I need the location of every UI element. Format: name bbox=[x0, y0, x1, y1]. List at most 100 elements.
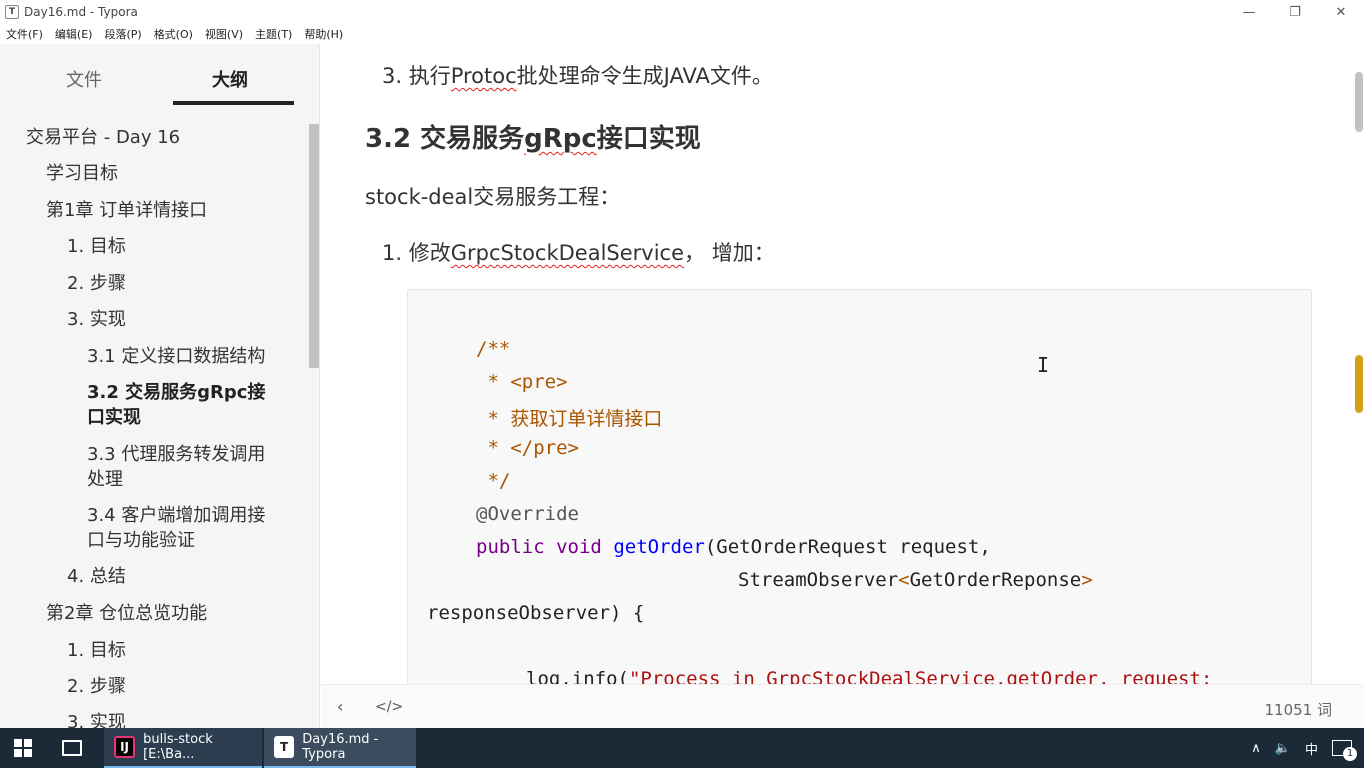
close-button[interactable]: ✕ bbox=[1318, 0, 1364, 24]
menu-theme[interactable]: 主题(T) bbox=[255, 26, 292, 42]
menu-paragraph[interactable]: 段落(P) bbox=[104, 26, 141, 42]
list-item-modify: 1. 修改GrpcStockDealService， 增加： bbox=[382, 237, 775, 267]
sidebar-tabs: 文件 大纲 bbox=[0, 44, 319, 108]
code-token: GetOrderReponse bbox=[909, 569, 1082, 591]
heading-text: 接口实现 bbox=[596, 124, 701, 154]
system-tray: ∧ 🔈 中 1 bbox=[1251, 728, 1364, 768]
spellcheck-word: Protoc bbox=[450, 64, 517, 88]
spellcheck-word: gRpc bbox=[524, 124, 597, 154]
code-line: * <pre> bbox=[476, 371, 568, 393]
outline-item[interactable]: 1. 目标 bbox=[67, 638, 126, 663]
code-token: StreamObserver bbox=[738, 569, 899, 591]
text-cursor-icon: I bbox=[1037, 353, 1050, 377]
code-token: * bbox=[476, 371, 511, 393]
restore-button[interactable]: ❐ bbox=[1272, 0, 1318, 24]
paragraph: stock-deal交易服务工程： bbox=[365, 185, 621, 209]
outline-item[interactable]: 3.4 客户端增加调用接 bbox=[87, 503, 265, 528]
editor-scroll-thumb[interactable] bbox=[1355, 72, 1363, 132]
editor-area[interactable]: 3. 执行Protoc批处理命令生成JAVA文件。 3.2 交易服务gRpc接口… bbox=[321, 44, 1364, 684]
section-heading: 3.2 交易服务gRpc接口实现 bbox=[365, 118, 701, 155]
code-line: @Override bbox=[476, 503, 579, 525]
code-keyword: void bbox=[556, 536, 602, 558]
taskbar-app-label: Day16.md - Typora bbox=[302, 732, 379, 762]
outline-item[interactable]: 3. 实现 bbox=[67, 710, 126, 728]
code-line: /** bbox=[476, 338, 511, 360]
outline-item[interactable]: 2. 步骤 bbox=[67, 271, 126, 296]
code-line: * 获取订单详情接口 bbox=[476, 408, 663, 430]
outline-item[interactable]: 1. 目标 bbox=[67, 234, 126, 259]
code-keyword: public bbox=[476, 536, 545, 558]
outline-item[interactable]: 3. 实现 bbox=[67, 307, 126, 332]
outline-item[interactable]: 4. 总结 bbox=[67, 564, 126, 589]
outline-item-active[interactable]: 3.2 交易服务gRpc接 bbox=[87, 380, 265, 405]
taskbar: IJ bulls-stock [E:\Ba... T Day16.md - Ty… bbox=[0, 728, 1364, 768]
spellcheck-word: GrpcStockDealService bbox=[450, 241, 685, 265]
minimize-button[interactable]: — bbox=[1226, 0, 1272, 24]
outline-item[interactable]: 第1章 订单详情接口 bbox=[46, 198, 207, 223]
notification-icon[interactable]: 1 bbox=[1332, 740, 1357, 761]
tab-outline[interactable]: 大纲 bbox=[212, 66, 248, 92]
intellij-icon: IJ bbox=[114, 736, 136, 758]
menu-edit[interactable]: 编辑(E) bbox=[55, 26, 93, 42]
code-line: log.info("Process in GrpcStockDealServic… bbox=[526, 668, 1212, 684]
window-controls: — ❐ ✕ bbox=[1226, 0, 1364, 24]
text: 3. 执行 bbox=[382, 64, 451, 88]
outline-item[interactable]: 3.3 代理服务转发调用 bbox=[87, 442, 265, 467]
outline-item[interactable]: 2. 步骤 bbox=[67, 674, 126, 699]
scroll-position-marker bbox=[1355, 355, 1363, 413]
menu-help[interactable]: 帮助(H) bbox=[304, 26, 343, 42]
heading-text: 3.2 交易服务 bbox=[365, 124, 525, 154]
title-bar: T Day16.md - Typora — ❐ ✕ bbox=[0, 0, 1364, 24]
outline-item-cont[interactable]: 口与功能验证 bbox=[87, 528, 195, 553]
input-method-indicator[interactable]: 中 bbox=[1305, 739, 1318, 758]
outline-item-cont[interactable]: 处理 bbox=[87, 467, 123, 492]
code-token: <pre> bbox=[510, 371, 568, 393]
task-view-icon[interactable] bbox=[62, 740, 82, 756]
code-token: </pre> bbox=[510, 437, 579, 459]
word-count[interactable]: 11051 词 bbox=[1265, 699, 1333, 720]
notification-badge: 1 bbox=[1343, 747, 1357, 761]
source-code-mode-button[interactable]: </> bbox=[375, 699, 403, 715]
status-bar: ‹ </> 11051 词 bbox=[321, 684, 1364, 728]
code-line: responseObserver) { bbox=[427, 602, 645, 624]
taskbar-app-idea[interactable]: IJ bulls-stock [E:\Ba... bbox=[104, 728, 262, 768]
volume-icon[interactable]: 🔈 bbox=[1275, 741, 1291, 756]
menu-file[interactable]: 文件(F) bbox=[6, 26, 43, 42]
sidebar: 文件 大纲 交易平台 - Day 16 学习目标 第1章 订单详情接口 1. 目… bbox=[0, 44, 320, 728]
outline-item[interactable]: 3.1 定义接口数据结构 bbox=[87, 344, 265, 369]
code-token: (GetOrderRequest request, bbox=[704, 536, 991, 558]
code-token: * bbox=[476, 437, 511, 459]
menu-format[interactable]: 格式(O) bbox=[154, 26, 193, 42]
toggle-sidebar-button[interactable]: ‹ bbox=[337, 697, 343, 716]
taskbar-app-label: bulls-stock [E:\Ba... bbox=[143, 732, 213, 762]
code-line: */ bbox=[476, 470, 511, 492]
text: ， 增加： bbox=[684, 241, 775, 265]
sidebar-scrollbar[interactable] bbox=[309, 124, 319, 368]
outline-item[interactable]: 第2章 仓位总览功能 bbox=[46, 601, 207, 626]
outline-item[interactable]: 学习目标 bbox=[46, 161, 118, 186]
code-token: log.info( bbox=[526, 668, 629, 684]
active-tab-indicator bbox=[173, 101, 294, 105]
code-string: "Process in GrpcStockDealService.getOrde… bbox=[628, 668, 1213, 684]
taskbar-app-typora[interactable]: T Day16.md - Typora bbox=[264, 728, 416, 768]
text: 批处理命令生成JAVA文件。 bbox=[516, 64, 773, 88]
code-line: public void getOrder(GetOrderRequest req… bbox=[476, 536, 991, 558]
outline-item-active-cont[interactable]: 口实现 bbox=[87, 405, 141, 430]
menu-view[interactable]: 视图(V) bbox=[205, 26, 243, 42]
typora-app-icon: T bbox=[5, 5, 19, 19]
windows-start-icon[interactable] bbox=[14, 739, 32, 757]
show-hidden-icons-icon[interactable]: ∧ bbox=[1251, 741, 1261, 756]
typora-icon: T bbox=[274, 736, 295, 758]
code-token: < bbox=[898, 569, 910, 591]
code-token: > bbox=[1081, 569, 1093, 591]
code-block[interactable]: /** * <pre> * 获取订单详情接口 * </pre> */ @Over… bbox=[407, 289, 1312, 684]
code-function: getOrder bbox=[613, 536, 705, 558]
outline-item[interactable]: 交易平台 - Day 16 bbox=[26, 125, 180, 150]
window-title: Day16.md - Typora bbox=[24, 5, 138, 19]
text: 1. 修改 bbox=[382, 241, 451, 265]
code-line: StreamObserver<GetOrderReponse> bbox=[738, 569, 1093, 591]
list-item-protoc: 3. 执行Protoc批处理命令生成JAVA文件。 bbox=[382, 60, 773, 90]
tab-files[interactable]: 文件 bbox=[66, 66, 102, 92]
code-line: * </pre> bbox=[476, 437, 579, 459]
menu-bar: 文件(F) 编辑(E) 段落(P) 格式(O) 视图(V) 主题(T) 帮助(H… bbox=[0, 24, 1364, 44]
